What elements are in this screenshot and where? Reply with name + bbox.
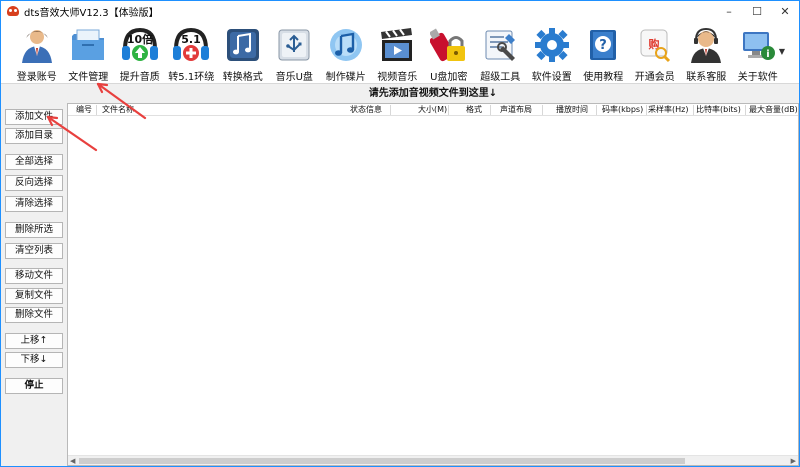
computer-icon: i xyxy=(738,25,778,65)
svg-text:?: ? xyxy=(599,38,607,53)
minimize-icon[interactable]: – xyxy=(715,1,743,21)
toolbar-super-tools-button[interactable]: 超级工具 xyxy=(475,21,527,84)
toolbar-convert-button[interactable]: 转换格式 xyxy=(217,21,269,84)
table-header: 编号 文件名称 状态信息 大小(M) 格式 声道布局 播放时间 码率(kbps)… xyxy=(68,104,798,116)
close-icon[interactable]: ✕ xyxy=(771,1,799,21)
col-max-volume[interactable]: 最大音量(dB) xyxy=(749,104,798,116)
maximize-icon[interactable]: ☐ xyxy=(743,1,771,21)
app-window: dts音效大师V12.3【体验版】 – ☐ ✕ 登录账号 文件管理 10倍 提升… xyxy=(0,0,800,467)
usb-music-icon xyxy=(274,25,314,65)
headphone-5.1-icon: 5.1 xyxy=(171,25,211,65)
add-folder-button[interactable]: 添加目录 xyxy=(5,128,63,144)
toolbar-usb-lock-button[interactable]: U盘加密 xyxy=(423,21,475,84)
svg-text:i: i xyxy=(766,49,769,60)
music-convert-icon xyxy=(223,25,263,65)
horizontal-scrollbar[interactable]: ◀ ▶ xyxy=(68,455,798,465)
delete-selected-button[interactable]: 删除所选 xyxy=(5,222,63,238)
file-manager-icon xyxy=(68,25,108,65)
film-icon xyxy=(377,25,417,65)
badge-10x: 10倍 xyxy=(127,32,153,46)
col-channel-layout[interactable]: 声道布局 xyxy=(500,104,532,116)
window-controls: – ☐ ✕ xyxy=(715,1,799,21)
help-book-icon: ? xyxy=(583,25,623,65)
toolbar-more-icon[interactable]: ▼ xyxy=(779,47,785,56)
user-icon xyxy=(17,25,57,65)
toolbar-vip-button[interactable]: 购 开通会员 xyxy=(629,21,681,84)
clear-selection-button[interactable]: 清除选择 xyxy=(5,196,63,212)
scroll-right-icon[interactable]: ▶ xyxy=(791,456,796,466)
toolbar-disc-button[interactable]: 制作碟片 xyxy=(320,21,372,84)
toolbar-enhance-button[interactable]: 10倍 提升音质 xyxy=(114,21,166,84)
col-bit-depth[interactable]: 比特率(bits) xyxy=(696,104,741,116)
col-sample-rate[interactable]: 采样率(Hz) xyxy=(648,104,688,116)
col-status[interactable]: 状态信息 xyxy=(350,104,382,116)
col-size[interactable]: 大小(M) xyxy=(418,104,447,116)
move-file-button[interactable]: 移动文件 xyxy=(5,268,63,284)
toolbar-usb-music-button[interactable]: 音乐U盘 xyxy=(269,21,321,84)
usb-lock-icon xyxy=(429,25,469,65)
col-format[interactable]: 格式 xyxy=(466,104,482,116)
copy-file-button[interactable]: 复制文件 xyxy=(5,288,63,304)
title-bar: dts音效大师V12.3【体验版】 – ☐ ✕ xyxy=(1,1,799,21)
file-list-table[interactable]: 编号 文件名称 状态信息 大小(M) 格式 声道布局 播放时间 码率(kbps)… xyxy=(67,103,799,466)
col-bitrate[interactable]: 码率(kbps) xyxy=(602,104,643,116)
stop-button[interactable]: 停止 xyxy=(5,378,63,394)
disc-icon xyxy=(326,25,366,65)
clear-list-button[interactable]: 清空列表 xyxy=(5,243,63,259)
app-logo-icon xyxy=(6,4,20,18)
main-toolbar: 登录账号 文件管理 10倍 提升音质 5.1 转5.1环绕 转换格式 音乐U盘 … xyxy=(1,21,799,84)
invert-selection-button[interactable]: 反向选择 xyxy=(5,175,63,191)
toolbar-tutorial-button[interactable]: ? 使用教程 xyxy=(578,21,630,84)
col-duration[interactable]: 播放时间 xyxy=(556,104,588,116)
delete-file-button[interactable]: 删除文件 xyxy=(5,307,63,323)
drop-hint: 请先添加音视频文件到这里↓ xyxy=(368,88,498,99)
toolbox-icon xyxy=(480,25,520,65)
toolbar-surround-button[interactable]: 5.1 转5.1环绕 xyxy=(166,21,218,84)
gear-icon xyxy=(532,25,572,65)
col-index[interactable]: 编号 xyxy=(76,104,92,116)
customer-service-icon xyxy=(686,25,726,65)
toolbar-about-button[interactable]: i 关于软件 xyxy=(732,21,784,84)
toolbar-support-button[interactable]: 联系客服 xyxy=(681,21,733,84)
headphone-10x-icon: 10倍 xyxy=(120,25,160,65)
toolbar-login-button[interactable]: 登录账号 xyxy=(11,21,63,84)
toolbar-file-manager-button[interactable]: 文件管理 xyxy=(63,21,115,84)
scrollbar-thumb[interactable] xyxy=(79,458,685,464)
add-file-button[interactable]: 添加文件 xyxy=(5,109,63,125)
shopping-icon: 购 xyxy=(635,25,675,65)
window-title: dts音效大师V12.3【体验版】 xyxy=(24,7,159,19)
move-up-button[interactable]: 上移↑ xyxy=(5,333,63,349)
toolbar-video-music-button[interactable]: 视频音乐 xyxy=(372,21,424,84)
move-down-button[interactable]: 下移↓ xyxy=(5,352,63,368)
scroll-left-icon[interactable]: ◀ xyxy=(70,456,75,466)
badge-51: 5.1 xyxy=(182,33,202,46)
toolbar-settings-button[interactable]: 软件设置 xyxy=(526,21,578,84)
col-filename[interactable]: 文件名称 xyxy=(102,104,134,116)
select-all-button[interactable]: 全部选择 xyxy=(5,154,63,170)
